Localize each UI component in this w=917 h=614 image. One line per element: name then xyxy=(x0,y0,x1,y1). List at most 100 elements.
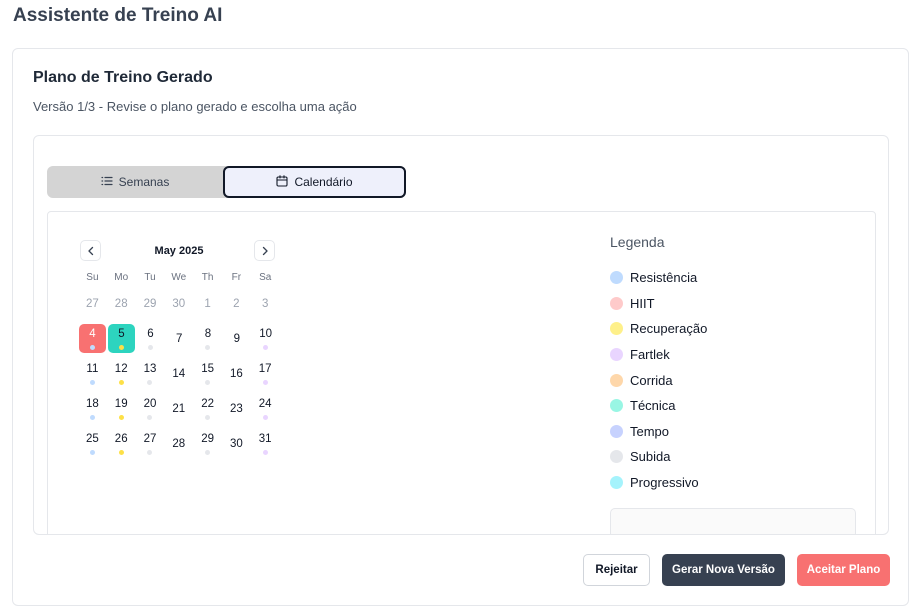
calendar-day[interactable]: 21 xyxy=(164,394,193,423)
legend-label: HIIT xyxy=(630,295,655,311)
calendar-day-number: 14 xyxy=(172,367,186,380)
weekday-label: We xyxy=(171,272,187,283)
calendar-day-number: 6 xyxy=(147,327,154,340)
weekday-label: Sa xyxy=(259,272,272,283)
workout-type-dot xyxy=(118,414,124,420)
legend-color-dot xyxy=(610,271,623,285)
calendar-day[interactable]: 30 xyxy=(164,289,193,318)
calendar-day[interactable]: 20 xyxy=(136,394,165,423)
calendar-day-number: 2 xyxy=(233,297,240,310)
calendar-day[interactable]: 23 xyxy=(222,394,251,423)
calendar-day-number: 28 xyxy=(172,437,186,450)
legend-label: Progressivo xyxy=(630,475,699,491)
calendar-day[interactable]: 28 xyxy=(164,429,193,458)
calendar-day[interactable]: 18 xyxy=(78,394,107,423)
calendar-day[interactable]: 13 xyxy=(136,359,165,388)
calendar-month-label: May 2025 xyxy=(154,245,204,257)
legend-label: Recuperação xyxy=(630,321,708,337)
legend-color-dot xyxy=(610,450,623,464)
workout-type-dot xyxy=(263,344,269,350)
calendar-day[interactable]: 12 xyxy=(107,359,136,388)
calendar-day[interactable]: 30 xyxy=(222,429,251,458)
tab-weeks[interactable]: Semanas xyxy=(47,166,223,198)
legend-color-dot xyxy=(610,348,623,362)
calendar-day[interactable]: 4 xyxy=(79,324,106,353)
legend-item: Técnica xyxy=(610,393,860,419)
calendar-day-number: 13 xyxy=(143,362,157,375)
calendar-week: 11 12 13 14 15 16 17 xyxy=(78,356,280,391)
calendar-day[interactable]: 22 xyxy=(193,394,222,423)
calendar-day[interactable]: 10 xyxy=(251,324,280,353)
workout-type-dot xyxy=(147,414,153,420)
calendar-day[interactable]: 7 xyxy=(165,324,194,353)
tab-weeks-label: Semanas xyxy=(118,175,170,189)
calendar-day-number: 18 xyxy=(86,397,99,410)
chevron-right-icon xyxy=(260,246,270,256)
calendar-day-number: 20 xyxy=(143,397,157,410)
workout-type-dot xyxy=(205,449,211,455)
calendar-day-number: 29 xyxy=(201,432,214,445)
workout-type-dot xyxy=(89,449,95,455)
calendar-day[interactable]: 16 xyxy=(222,359,251,388)
calendar-day[interactable]: 15 xyxy=(193,359,222,388)
calendar-day-number: 17 xyxy=(258,362,272,375)
workout-type-dot xyxy=(90,344,95,350)
tab-calendar[interactable]: Calendário xyxy=(223,166,406,198)
calendar-day-number: 3 xyxy=(261,297,269,310)
calendar-day[interactable]: 25 xyxy=(78,429,107,458)
calendar-day[interactable]: 8 xyxy=(194,324,223,353)
calendar-grid: 27 28 29 30 1 2 3 4 5 6 7 8 9 10 11 12 13 14 15 16 17 18 19 20 2… xyxy=(78,286,280,461)
calendar-day[interactable]: 3 xyxy=(251,289,280,318)
calendar-day[interactable]: 6 xyxy=(136,324,165,353)
workout-type-dot xyxy=(205,344,211,350)
accept-plan-button[interactable]: Aceitar Plano xyxy=(797,554,890,586)
calendar-day-number: 26 xyxy=(114,432,128,445)
calendar-day-number: 30 xyxy=(229,437,243,450)
calendar-week: 4 5 6 7 8 9 10 xyxy=(78,321,280,356)
calendar-week: 18 19 20 21 22 23 24 xyxy=(78,391,280,426)
calendar-day[interactable]: 27 xyxy=(136,429,165,458)
workout-type-dot xyxy=(119,344,124,350)
tab-calendar-label: Calendário xyxy=(294,175,353,189)
calendar-day[interactable]: 27 xyxy=(78,289,107,318)
app-title: Assistente de Treino AI xyxy=(13,5,223,26)
calendar-day[interactable]: 11 xyxy=(78,359,107,388)
calendar-day-number: 7 xyxy=(175,332,183,345)
calendar-week: 25 26 27 28 29 30 31 xyxy=(78,426,280,461)
reject-button[interactable]: Rejeitar xyxy=(583,554,650,586)
calendar-day[interactable]: 9 xyxy=(222,324,251,353)
calendar-day-number: 23 xyxy=(229,402,243,415)
calendar-day[interactable]: 26 xyxy=(107,429,136,458)
calendar-day[interactable]: 5 xyxy=(108,324,135,353)
legend-label: Corrida xyxy=(630,372,673,388)
calendar-day[interactable]: 29 xyxy=(193,429,222,458)
calendar-day[interactable]: 14 xyxy=(164,359,193,388)
calendar-day-number: 24 xyxy=(258,397,272,410)
calendar-day-number: 27 xyxy=(86,297,99,310)
calendar-day-number: 5 xyxy=(118,327,125,340)
generate-new-version-button[interactable]: Gerar Nova Versão xyxy=(662,554,785,586)
legend-list: Resistência HIIT Recuperação Fartlek Corrida… xyxy=(610,265,860,495)
legend-color-dot xyxy=(610,399,623,413)
list-icon xyxy=(101,175,113,190)
legend-item: Subida xyxy=(610,444,860,470)
calendar-day[interactable]: 1 xyxy=(193,289,222,318)
calendar-day[interactable]: 28 xyxy=(107,289,136,318)
calendar-day-number: 29 xyxy=(143,297,157,310)
calendar-week: 27 28 29 30 1 2 3 xyxy=(78,286,280,321)
legend-item: Fartlek xyxy=(610,342,860,368)
workout-type-dot xyxy=(262,449,268,455)
legend-item: Recuperação xyxy=(610,316,860,342)
legend-label: Subida xyxy=(630,449,671,465)
legend-item: Progressivo xyxy=(610,470,860,496)
workout-type-dot xyxy=(147,449,153,455)
calendar-day[interactable]: 29 xyxy=(136,289,165,318)
next-month-button[interactable] xyxy=(254,240,275,261)
calendar-day[interactable]: 24 xyxy=(251,394,280,423)
calendar: May 2025 Su Mo Tu We Th Fr Sa 27 28 29 30 1 2 3 4 5 6 7 8… xyxy=(78,238,280,461)
workout-type-dot xyxy=(89,379,95,385)
calendar-day[interactable]: 2 xyxy=(222,289,251,318)
calendar-day[interactable]: 17 xyxy=(251,359,280,388)
calendar-day[interactable]: 19 xyxy=(107,394,136,423)
calendar-day[interactable]: 31 xyxy=(251,429,280,458)
